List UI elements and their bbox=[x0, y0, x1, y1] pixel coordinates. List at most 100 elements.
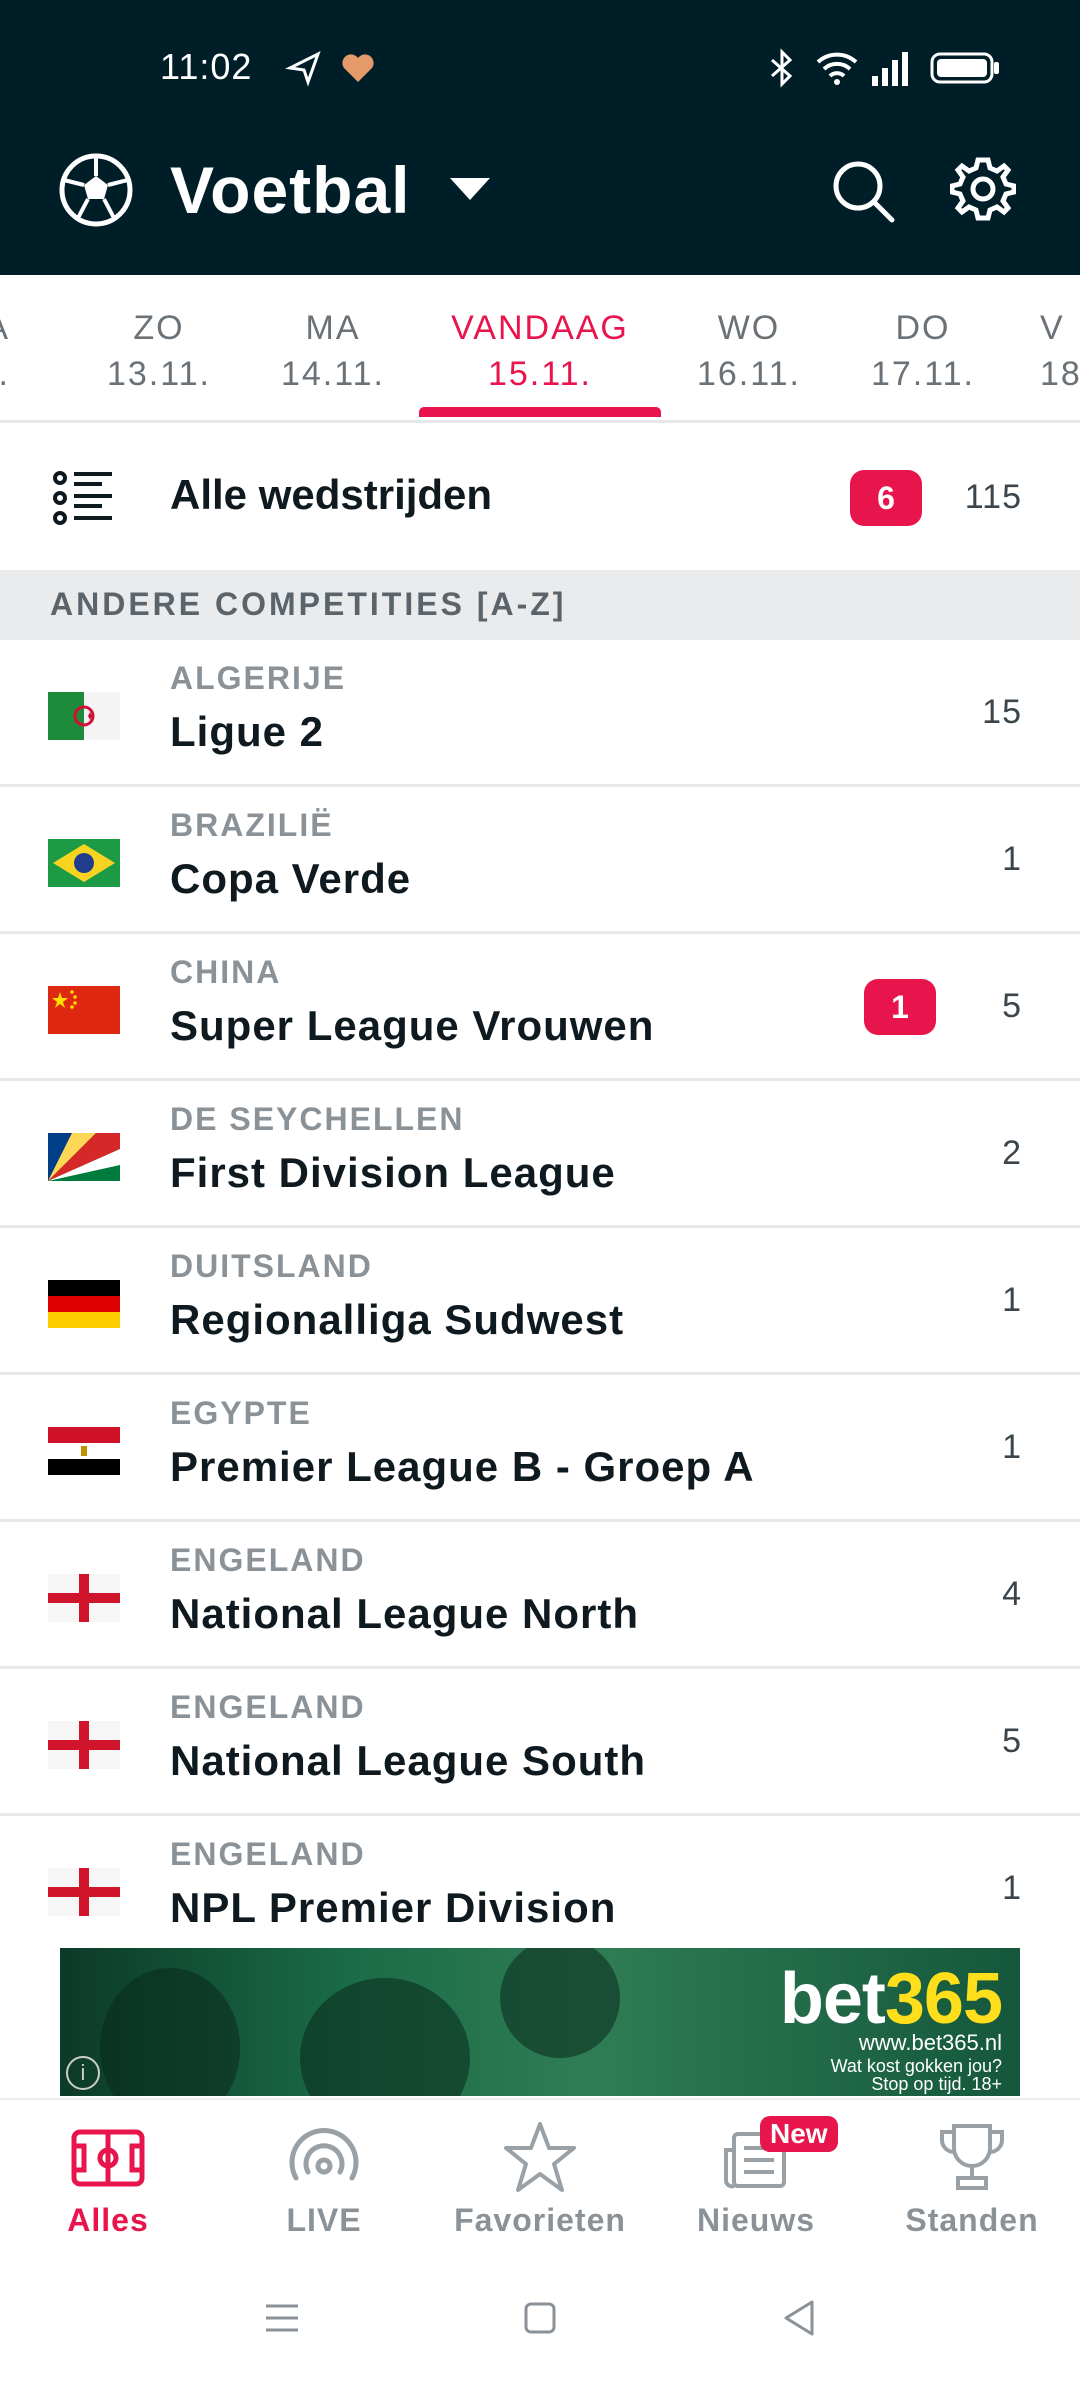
tab-date: 1. bbox=[0, 351, 10, 397]
list-icon bbox=[53, 471, 112, 525]
league-name: Premier League B - Groep A bbox=[170, 1443, 755, 1490]
pitch-icon bbox=[71, 2129, 145, 2187]
china-flag-icon bbox=[48, 986, 120, 1034]
country-label: ENGELAND bbox=[170, 1689, 366, 1725]
tab-date-partial-left[interactable]: A 1. bbox=[0, 305, 10, 397]
ad-player-image bbox=[100, 1968, 240, 2096]
battery-icon bbox=[930, 52, 999, 84]
tab-date-16-11[interactable]: WO 16.11. bbox=[659, 305, 839, 397]
star-icon bbox=[504, 2122, 576, 2192]
tab-date-today[interactable]: VANDAAG 15.11. bbox=[430, 305, 650, 397]
search-icon[interactable] bbox=[830, 158, 896, 224]
live-count-badge: 6 bbox=[850, 470, 922, 526]
list-item[interactable]: BRAZILIË Copa Verde 1 bbox=[0, 787, 1080, 934]
algeria-flag-icon bbox=[48, 692, 120, 740]
chevron-down-icon[interactable] bbox=[450, 178, 490, 200]
nav-label: Alles bbox=[67, 2202, 149, 2238]
tab-day: ZO bbox=[133, 309, 185, 347]
country-label: DUITSLAND bbox=[170, 1248, 373, 1284]
league-name: First Division League bbox=[170, 1149, 616, 1196]
league-name: Regionalliga Sudwest bbox=[170, 1296, 625, 1343]
home-icon[interactable] bbox=[510, 2288, 570, 2348]
tab-date-14-11[interactable]: MA 14.11. bbox=[243, 305, 423, 397]
country-label: BRAZILIË bbox=[170, 807, 334, 843]
match-count: 4 bbox=[1002, 1575, 1022, 1613]
list-item[interactable]: ENGELAND NPL Premier Division 1 bbox=[0, 1816, 1080, 1963]
league-name: Super League Vrouwen bbox=[170, 1002, 655, 1049]
match-count: 1 bbox=[1002, 1428, 1022, 1466]
section-header: ANDERE COMPETITIES [A-Z] bbox=[0, 570, 1080, 640]
wifi-icon bbox=[816, 52, 858, 85]
tab-date: 17.11. bbox=[870, 355, 975, 393]
bottom-navigation: Alles LIVE Favorieten New Nieuws Standen bbox=[0, 2098, 1080, 2248]
active-tab-indicator bbox=[419, 407, 661, 417]
match-count: 1 bbox=[1002, 1281, 1022, 1319]
ad-disclaimer-2: Stop op tijd. 18+ bbox=[871, 2074, 1002, 2094]
nav-nieuws[interactable]: New Nieuws bbox=[648, 2100, 864, 2250]
tab-date: 14.11. bbox=[280, 355, 385, 393]
nav-label: LIVE bbox=[286, 2202, 362, 2238]
ad-player-image bbox=[300, 1978, 470, 2096]
match-count: 5 bbox=[1002, 987, 1022, 1025]
date-tabs: A 1. ZO 13.11. MA 14.11. VANDAAG 15.11. … bbox=[0, 275, 1080, 423]
country-label: DE SEYCHELLEN bbox=[170, 1101, 465, 1137]
nav-favorieten[interactable]: Favorieten bbox=[432, 2100, 648, 2250]
nav-alles[interactable]: Alles bbox=[0, 2100, 216, 2250]
tab-date: 18 bbox=[1040, 355, 1080, 393]
country-label: EGYPTE bbox=[170, 1395, 312, 1431]
sport-title[interactable]: Voetbal bbox=[170, 152, 410, 228]
egypt-flag-icon bbox=[48, 1427, 120, 1475]
ad-brand-logo: bet365 bbox=[779, 1958, 1003, 2040]
ad-brand-white: bet bbox=[779, 1959, 886, 2039]
country-label: CHINA bbox=[170, 954, 282, 990]
tab-date-13-11[interactable]: ZO 13.11. bbox=[69, 305, 249, 397]
list-item[interactable]: DUITSLAND Regionalliga Sudwest 1 bbox=[0, 1228, 1080, 1375]
menu-icon[interactable] bbox=[252, 2288, 312, 2348]
list-item[interactable]: ENGELAND National League South 5 bbox=[0, 1669, 1080, 1816]
match-count: 1 bbox=[1002, 1869, 1022, 1907]
trophy-icon bbox=[940, 2124, 1004, 2190]
ad-player-image bbox=[500, 1948, 620, 2058]
tab-date-17-11[interactable]: DO 17.11. bbox=[833, 305, 1013, 397]
tab-day: VANDAAG bbox=[451, 309, 629, 347]
all-matches-label: Alle wedstrijden bbox=[170, 471, 493, 518]
list-item[interactable]: DE SEYCHELLEN First Division League 2 bbox=[0, 1081, 1080, 1228]
league-name: National League North bbox=[170, 1590, 640, 1637]
list-item[interactable]: EGYPTE Premier League B - Groep A 1 bbox=[0, 1375, 1080, 1522]
system-navigation bbox=[0, 2248, 1080, 2400]
signal-icon bbox=[872, 52, 908, 86]
live-icon bbox=[289, 2128, 359, 2181]
list-item[interactable]: CHINA Super League Vrouwen 1 5 bbox=[0, 934, 1080, 1081]
tab-day: MA bbox=[305, 309, 361, 347]
seychelles-flag-icon bbox=[48, 1133, 120, 1181]
tab-date: 13.11. bbox=[106, 355, 211, 393]
status-bar: 11:02 bbox=[0, 44, 1080, 92]
nav-live[interactable]: LIVE bbox=[216, 2100, 432, 2250]
england-flag-icon bbox=[48, 1868, 120, 1916]
list-item[interactable]: ALGERIJE Ligue 2 15 bbox=[0, 640, 1080, 787]
match-count: 15 bbox=[982, 693, 1022, 731]
all-matches-row[interactable]: Alle wedstrijden 6 115 bbox=[0, 426, 1080, 570]
match-count: 1 bbox=[1002, 840, 1022, 878]
ad-banner[interactable]: bet365 www.bet365.nl Wat kost gokken jou… bbox=[60, 1948, 1020, 2096]
country-label: ENGELAND bbox=[170, 1542, 366, 1578]
app-header: 11:02 Voetbal bbox=[0, 0, 1080, 275]
england-flag-icon bbox=[48, 1574, 120, 1622]
nav-label: Favorieten bbox=[454, 2202, 626, 2238]
tab-day: DO bbox=[895, 309, 951, 347]
tab-date-partial-right[interactable]: V 18 bbox=[1040, 305, 1080, 397]
bluetooth-icon bbox=[771, 48, 793, 88]
nav-label: Nieuws bbox=[696, 2202, 816, 2238]
live-count-badge: 1 bbox=[864, 979, 936, 1035]
gear-icon[interactable] bbox=[950, 156, 1016, 222]
ad-url: www.bet365.nl bbox=[858, 2030, 1002, 2055]
country-label: ALGERIJE bbox=[170, 660, 347, 696]
list-item[interactable]: ENGELAND National League North 4 bbox=[0, 1522, 1080, 1669]
england-flag-icon bbox=[48, 1721, 120, 1769]
ad-info-icon[interactable]: i bbox=[66, 2056, 100, 2090]
back-icon[interactable] bbox=[770, 2288, 830, 2348]
league-name: Ligue 2 bbox=[170, 708, 325, 755]
new-badge: New bbox=[760, 2116, 838, 2152]
league-name: NPL Premier Division bbox=[170, 1884, 617, 1931]
nav-standen[interactable]: Standen bbox=[864, 2100, 1080, 2250]
